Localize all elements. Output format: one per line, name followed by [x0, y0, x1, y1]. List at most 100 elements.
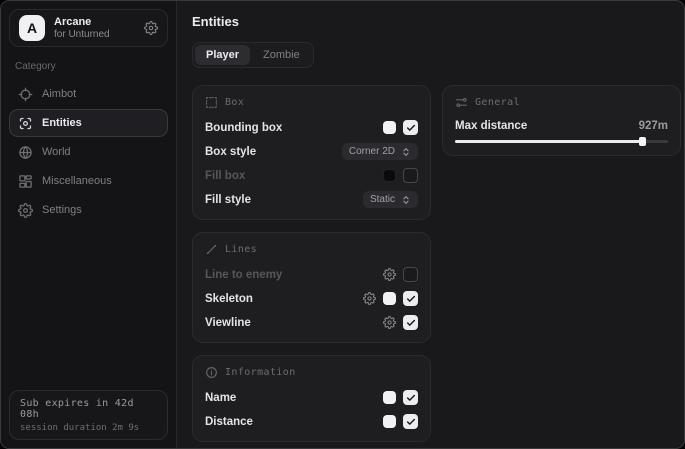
setting-row-fill-style: Fill style Static: [205, 192, 418, 207]
box-card-header: Box: [205, 96, 418, 109]
globe-icon: [18, 145, 33, 160]
app-subtitle: for Unturned: [54, 29, 135, 41]
chevrons-up-down-icon: [401, 195, 411, 205]
gear-icon: [18, 203, 33, 218]
app-window: A Arcane for Unturned Category Aimbot: [0, 0, 685, 449]
row-settings-gear-icon[interactable]: [383, 268, 396, 281]
check-icon: [406, 294, 416, 304]
color-swatch[interactable]: [383, 415, 396, 428]
sidebar-item-label: Settings: [42, 204, 82, 216]
check-icon: [406, 123, 416, 133]
information-card-header: Information: [205, 366, 418, 379]
check-icon: [406, 417, 416, 427]
general-card: General Max distance 927m: [442, 85, 681, 156]
setting-row-fill-box: Fill box: [205, 168, 418, 183]
sidebar: A Arcane for Unturned Category Aimbot: [1, 1, 177, 448]
setting-label: Skeleton: [205, 293, 253, 305]
max-distance-slider[interactable]: [455, 140, 668, 143]
sidebar-item-world[interactable]: World: [9, 138, 168, 166]
card-columns: Box Bounding box Box style: [192, 85, 672, 442]
tab-player[interactable]: Player: [195, 45, 250, 65]
general-card-header: General: [455, 96, 668, 109]
lines-card-header: Lines: [205, 243, 418, 256]
checkbox-checked[interactable]: [403, 315, 418, 330]
sidebar-item-aimbot[interactable]: Aimbot: [9, 80, 168, 108]
setting-row-viewline: Viewline: [205, 315, 418, 330]
max-distance-value: 927m: [639, 120, 668, 132]
tab-zombie[interactable]: Zombie: [252, 45, 311, 65]
information-card-title: Information: [225, 367, 296, 378]
setting-label: Name: [205, 392, 236, 404]
sidebar-item-entities[interactable]: Entities: [9, 109, 168, 137]
crosshair-icon: [18, 87, 33, 102]
sidebar-item-label: Miscellaneous: [42, 175, 112, 187]
setting-label: Box style: [205, 146, 256, 158]
main-content: Entities Player Zombie Box Bounding box: [177, 1, 684, 448]
row-settings-gear-icon[interactable]: [363, 292, 376, 305]
box-select-icon: [205, 96, 218, 109]
setting-row-box-style: Box style Corner 2D: [205, 144, 418, 159]
sidebar-item-miscellaneous[interactable]: Miscellaneous: [9, 167, 168, 195]
setting-label: Bounding box: [205, 122, 282, 134]
info-icon: [205, 366, 218, 379]
left-column: Box Bounding box Box style: [192, 85, 431, 442]
checkbox-checked[interactable]: [403, 414, 418, 429]
checkbox-checked[interactable]: [403, 390, 418, 405]
setting-label: Distance: [205, 416, 253, 428]
check-icon: [406, 318, 416, 328]
right-column: General Max distance 927m: [442, 85, 681, 156]
color-swatch[interactable]: [383, 292, 396, 305]
settings-gear-icon[interactable]: [144, 21, 158, 35]
checkbox-checked[interactable]: [403, 291, 418, 306]
chevrons-up-down-icon: [401, 147, 411, 157]
checkbox-unchecked[interactable]: [403, 168, 418, 183]
scan-icon: [18, 116, 33, 131]
box-style-dropdown[interactable]: Corner 2D: [342, 143, 418, 160]
sliders-icon: [455, 96, 468, 109]
session-duration-text: session duration 2m 9s: [20, 423, 157, 433]
sidebar-item-label: Entities: [42, 117, 82, 129]
setting-row-skeleton: Skeleton: [205, 291, 418, 306]
row-settings-gear-icon[interactable]: [383, 316, 396, 329]
setting-label: Viewline: [205, 317, 251, 329]
color-swatch[interactable]: [383, 391, 396, 404]
brand-text: Arcane for Unturned: [54, 16, 135, 40]
setting-row-bounding-box: Bounding box: [205, 120, 418, 135]
box-card: Box Bounding box Box style: [192, 85, 431, 220]
app-logo: A: [19, 15, 45, 41]
sidebar-item-label: Aimbot: [42, 88, 76, 100]
color-swatch[interactable]: [383, 169, 396, 182]
box-card-title: Box: [225, 97, 244, 108]
sub-expires-text: Sub expires in 42d 08h: [20, 398, 157, 420]
check-icon: [406, 393, 416, 403]
dropdown-value: Corner 2D: [349, 146, 395, 157]
grid-icon: [18, 174, 33, 189]
slider-thumb[interactable]: [639, 137, 646, 146]
color-swatch[interactable]: [383, 121, 396, 134]
entity-tabs: Player Zombie: [192, 42, 314, 68]
checkbox-checked[interactable]: [403, 120, 418, 135]
sidebar-item-label: World: [42, 146, 71, 158]
setting-label: Fill box: [205, 170, 245, 182]
general-card-title: General: [475, 97, 520, 108]
setting-row-line-to-enemy: Line to enemy: [205, 267, 418, 282]
dropdown-value: Static: [370, 194, 395, 205]
setting-label: Fill style: [205, 194, 251, 206]
page-title: Entities: [192, 14, 672, 29]
brand-card: A Arcane for Unturned: [9, 9, 168, 47]
slider-fill: [455, 140, 642, 143]
diagonal-line-icon: [205, 243, 218, 256]
sidebar-item-settings[interactable]: Settings: [9, 196, 168, 224]
app-name: Arcane: [54, 16, 135, 29]
information-card: Information Name Distance: [192, 355, 431, 442]
fill-style-dropdown[interactable]: Static: [363, 191, 418, 208]
setting-row-name: Name: [205, 390, 418, 405]
lines-card-title: Lines: [225, 244, 257, 255]
setting-label: Line to enemy: [205, 269, 282, 281]
category-label: Category: [15, 61, 168, 72]
checkbox-unchecked[interactable]: [403, 267, 418, 282]
max-distance-row: Max distance 927m: [455, 120, 668, 132]
sidebar-spacer: [9, 224, 168, 390]
lines-card: Lines Line to enemy Skeleton: [192, 232, 431, 343]
subscription-info-box: Sub expires in 42d 08h session duration …: [9, 390, 168, 440]
